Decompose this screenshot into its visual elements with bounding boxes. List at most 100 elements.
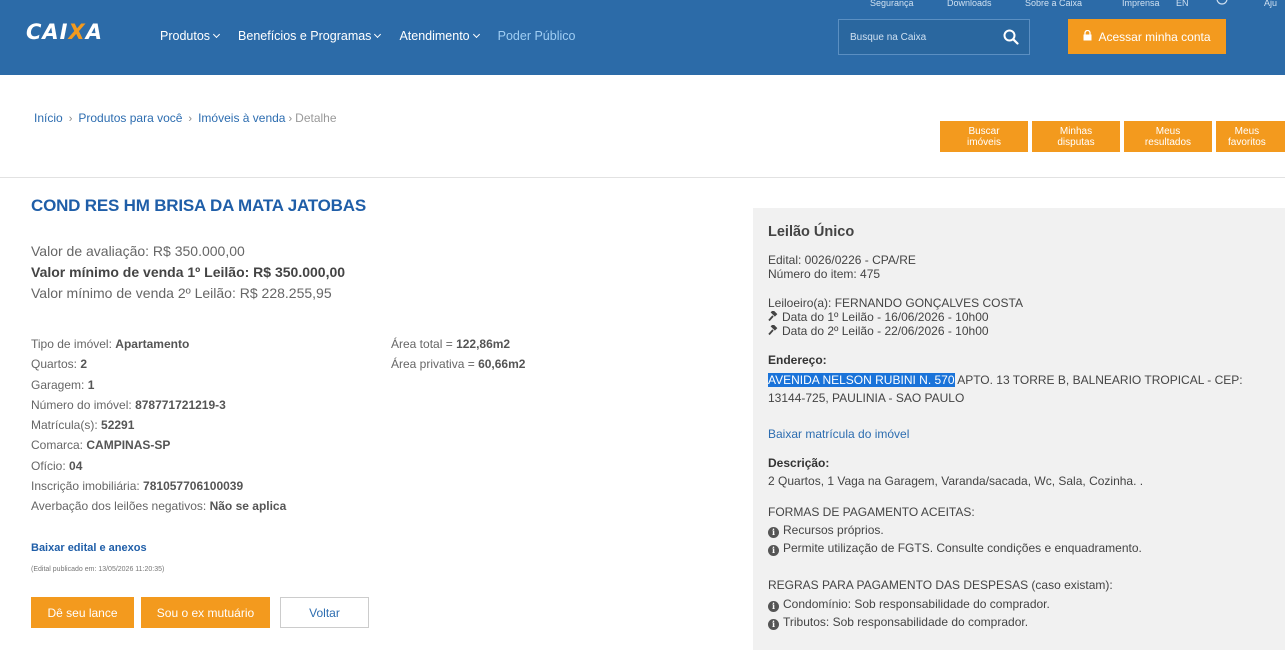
breadcrumb-separator: › bbox=[188, 113, 193, 125]
account-login-button[interactable]: Acessar minha conta bbox=[1068, 19, 1226, 54]
info-icon: i bbox=[768, 527, 779, 538]
breadcrumb-produtos[interactable]: Produtos para você bbox=[78, 111, 182, 125]
nav-beneficios[interactable]: Benefícios e Programas bbox=[238, 29, 382, 43]
detail-label: Ofício: bbox=[31, 458, 66, 473]
breadcrumb: Início › Produtos para você › Imóveis à vend… bbox=[34, 111, 337, 125]
utility-link-sobre[interactable]: Sobre a Caixa bbox=[1025, 0, 1082, 8]
language-link-en[interactable]: EN bbox=[1176, 0, 1189, 8]
payment-methods-title: FORMAS DE PAGAMENTO ACEITAS: bbox=[768, 505, 975, 519]
property-details: Tipo de imóvel: Apartamento Quartos: 2 G… bbox=[31, 334, 286, 517]
chevron-down-icon bbox=[374, 30, 382, 39]
my-results-button[interactable]: Meus resultados bbox=[1124, 121, 1212, 152]
expense-rules-title: REGRAS PARA PAGAMENTO DAS DESPESAS (caso… bbox=[768, 578, 1113, 592]
lock-icon bbox=[1083, 29, 1092, 44]
price-values: Valor de avaliação: R$ 350.000,00 Valor … bbox=[31, 241, 345, 304]
search-input[interactable] bbox=[839, 20, 999, 54]
detail-value: CAMPINAS-SP bbox=[86, 438, 171, 453]
back-button[interactable]: Voltar bbox=[280, 597, 369, 628]
breadcrumb-inicio[interactable]: Início bbox=[34, 111, 63, 125]
detail-row: Comarca: CAMPINAS-SP bbox=[31, 435, 286, 455]
detail-row: Matrícula(s): 52291 bbox=[31, 415, 286, 435]
search-properties-button[interactable]: Buscar imóveis bbox=[940, 121, 1028, 152]
payment-method-text: Permite utilização de FGTS. Consulte con… bbox=[783, 541, 1142, 555]
quick-actions: Buscar imóveis Minhas disputas Meus resulta… bbox=[940, 121, 1285, 152]
detail-row: Quartos: 2 bbox=[31, 354, 286, 374]
download-matricula-link[interactable]: Baixar matrícula do imóvel bbox=[768, 427, 909, 441]
my-disputes-label: Minhas disputas bbox=[1057, 125, 1095, 148]
area-value: 60,66m2 bbox=[478, 357, 526, 372]
auction-panel: Leilão Único Edital: 0026/0226 - CPA/RE … bbox=[753, 208, 1285, 650]
my-results-label: Meus resultados bbox=[1144, 125, 1192, 148]
utility-link-imprensa[interactable]: Imprensa bbox=[1122, 0, 1160, 8]
edital-published-date: (Edital publicado em: 13/05/2026 11:20:3… bbox=[31, 566, 165, 573]
area-label: Área privativa = bbox=[391, 357, 475, 372]
utility-link-ajuda[interactable]: Aju bbox=[1264, 0, 1277, 8]
detail-row: Garagem: 1 bbox=[31, 375, 286, 395]
account-login-label: Acessar minha conta bbox=[1098, 29, 1211, 44]
detail-row: Tipo de imóvel: Apartamento bbox=[31, 334, 286, 354]
detail-row: Ofício: 04 bbox=[31, 456, 286, 476]
property-areas: Área total = 122,86m2 Área privativa = 6… bbox=[391, 334, 525, 375]
area-value: 122,86m2 bbox=[456, 337, 511, 351]
utility-links: Segurança Downloads Sobre a Caixa Impren… bbox=[0, 0, 1285, 10]
address-label-text: Endereço: bbox=[768, 353, 827, 367]
info-icon: i bbox=[768, 545, 779, 556]
gavel-icon bbox=[768, 309, 779, 322]
my-favorites-button[interactable]: Meus favoritos bbox=[1216, 121, 1285, 152]
detail-label: Inscrição imobiliária: bbox=[31, 479, 140, 494]
description-label: Descrição: bbox=[768, 456, 829, 471]
logo-x: X bbox=[68, 20, 86, 44]
auction-date-2-text: Data do 2º Leilão - 22/06/2026 - 10h00 bbox=[782, 324, 989, 338]
valor-avaliacao: Valor de avaliação: R$ 350.000,00 bbox=[31, 243, 245, 259]
expense-rule-text: Condomínio: Sob responsabilidade do comp… bbox=[783, 597, 1050, 611]
area-label: Área total = bbox=[391, 337, 453, 351]
accessibility-icon[interactable] bbox=[1215, 0, 1229, 7]
nav-atendimento[interactable]: Atendimento bbox=[399, 29, 480, 43]
address-line-2: 13144-725, PAULINIA - SAO PAULO bbox=[768, 391, 965, 405]
nav-produtos-label: Produtos bbox=[160, 29, 211, 43]
auction-date-1: Data do 1º Leilão - 16/06/2026 - 10h00 bbox=[768, 309, 989, 325]
section-divider bbox=[0, 177, 1285, 178]
info-icon: i bbox=[768, 619, 779, 630]
payment-method-item: i Permite utilização de FGTS. Consulte co… bbox=[768, 541, 1142, 556]
chevron-down-icon bbox=[472, 30, 480, 39]
logo-text-start: CAI bbox=[26, 20, 69, 44]
detail-label: Número do imóvel: bbox=[31, 397, 132, 412]
utility-link-downloads[interactable]: Downloads bbox=[947, 0, 992, 8]
description-text: 2 Quartos, 1 Vaga na Garagem, Varanda/sa… bbox=[768, 474, 1144, 488]
my-favorites-label: Meus favoritos bbox=[1228, 125, 1266, 148]
bid-button[interactable]: Dê seu lance bbox=[31, 597, 134, 628]
gavel-icon bbox=[768, 323, 779, 336]
valor-minimo-2-leilao: Valor mínimo de venda 2º Leilão: R$ 228.… bbox=[31, 285, 332, 301]
nav-produtos[interactable]: Produtos bbox=[160, 29, 221, 43]
nav-beneficios-label: Benefícios e Programas bbox=[238, 29, 372, 43]
breadcrumb-separator: › bbox=[288, 113, 293, 125]
payment-method-text: Recursos próprios. bbox=[783, 523, 884, 537]
ex-mutuario-button[interactable]: Sou o ex mutuário bbox=[141, 597, 270, 628]
detail-value: 781057706100039 bbox=[143, 479, 244, 494]
detail-label: Comarca: bbox=[31, 438, 84, 453]
detail-value: 2 bbox=[80, 357, 88, 372]
area-row: Área total = 122,86m2 bbox=[391, 334, 525, 354]
nav-poder-publico[interactable]: Poder Público bbox=[498, 29, 576, 43]
breadcrumb-imoveis[interactable]: Imóveis à venda bbox=[198, 111, 285, 125]
detail-label: Averbação dos leilões negativos: bbox=[31, 499, 207, 514]
breadcrumb-separator: › bbox=[68, 113, 73, 125]
expense-rule-item: i Condomínio: Sob responsabilidade do com… bbox=[768, 597, 1050, 612]
detail-row: Averbação dos leilões negativos: Não se … bbox=[31, 496, 286, 516]
auctioneer: Leiloeiro(a): FERNANDO GONÇALVES COSTA bbox=[768, 296, 1023, 310]
my-disputes-button[interactable]: Minhas disputas bbox=[1032, 121, 1120, 152]
auction-date-1-text: Data do 1º Leilão - 16/06/2026 - 10h00 bbox=[782, 310, 989, 324]
caixa-logo[interactable]: CAIXA bbox=[26, 20, 103, 44]
search-icon[interactable] bbox=[1003, 29, 1019, 45]
download-edital-link[interactable]: Baixar edital e anexos bbox=[31, 542, 147, 554]
expense-rule-text: Tributos: Sob responsabilidade do compra… bbox=[783, 615, 1029, 629]
top-header: Segurança Downloads Sobre a Caixa Impren… bbox=[0, 0, 1285, 75]
detail-value: Não se aplica bbox=[209, 499, 287, 514]
address-line-1: AVENIDA NELSON RUBINI N. 570 APTO. 13 TO… bbox=[768, 371, 1243, 389]
search-box bbox=[838, 19, 1030, 55]
utility-link-seguranca[interactable]: Segurança bbox=[870, 0, 914, 8]
nav-atendimento-label: Atendimento bbox=[399, 29, 470, 43]
detail-row: Inscrição imobiliária: 781057706100039 bbox=[31, 476, 286, 496]
page-title: COND RES HM BRISA DA MATA JATOBAS bbox=[31, 196, 366, 215]
